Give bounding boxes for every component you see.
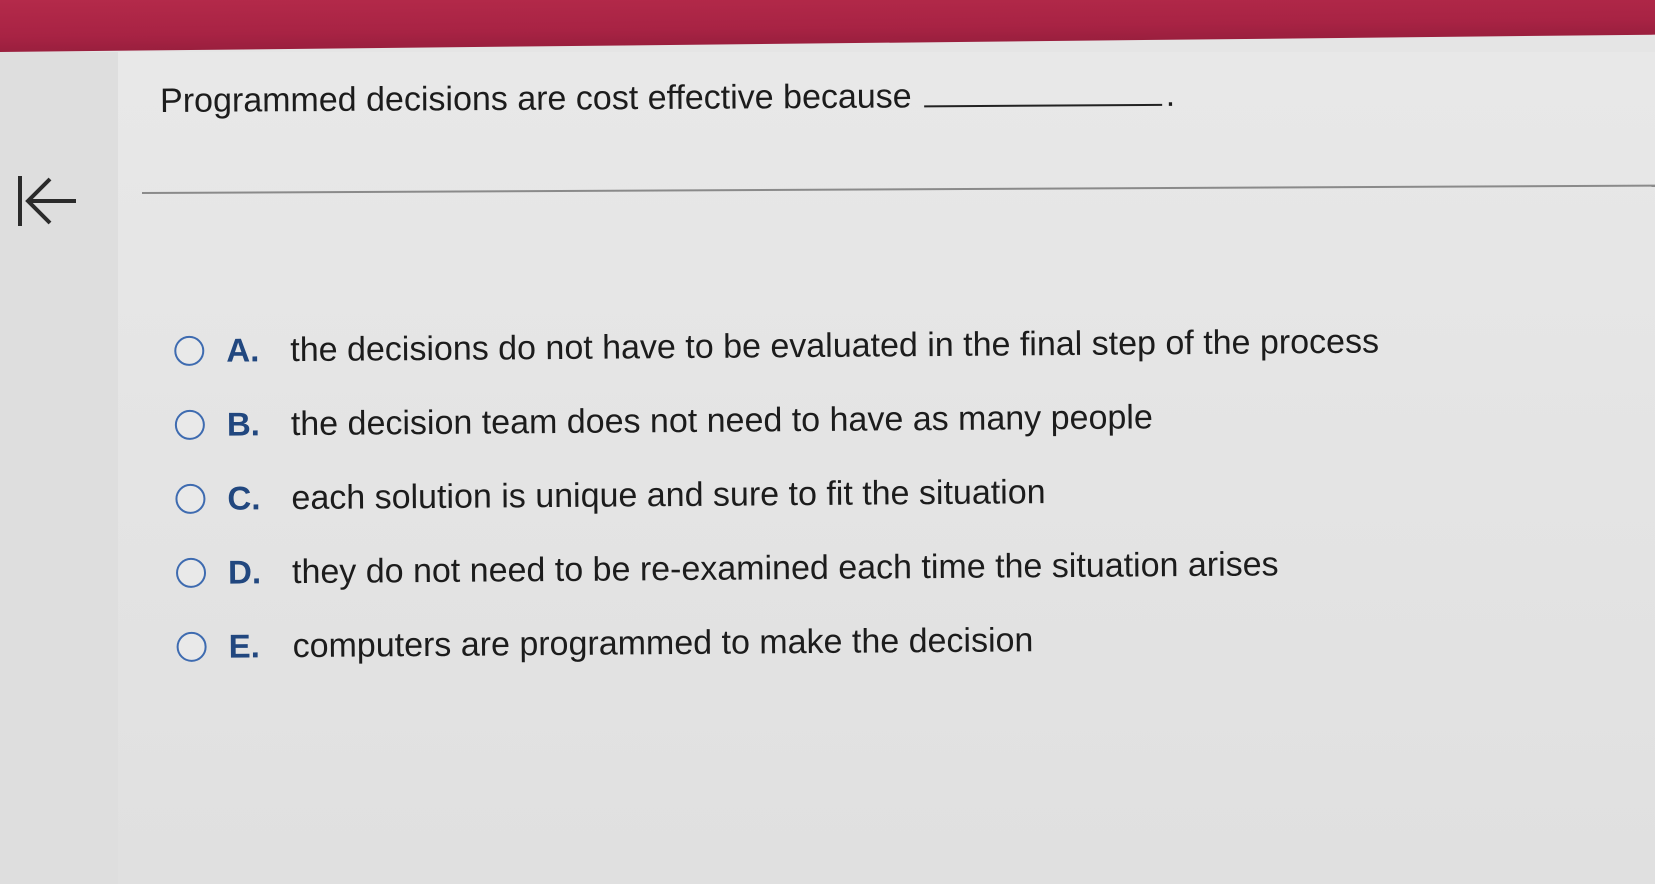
question-prompt: Programmed decisions are cost effective …: [160, 77, 912, 120]
option-a[interactable]: A. the decisions do not have to be evalu…: [174, 303, 1575, 388]
option-text: the decisions do not have to be evaluate…: [290, 322, 1380, 369]
radio-button[interactable]: [176, 631, 207, 662]
first-page-arrow-icon: [18, 176, 76, 226]
divider: [142, 184, 1655, 194]
option-letter: B.: [226, 405, 261, 443]
screen: Programmed decisions are cost effective …: [0, 0, 1655, 884]
answer-blank: [923, 75, 1162, 108]
question-text: Programmed decisions are cost effective …: [160, 76, 1175, 121]
option-text: the decision team does not need to have …: [290, 397, 1153, 443]
radio-button[interactable]: [175, 483, 206, 514]
radio-button[interactable]: [174, 409, 205, 440]
left-rail: [0, 52, 119, 884]
option-text: computers are programmed to make the dec…: [292, 620, 1034, 665]
option-d[interactable]: D. they do not need to be re-examined ea…: [175, 525, 1577, 610]
option-text: they do not need to be re-examined each …: [291, 544, 1279, 591]
radio-button[interactable]: [175, 557, 207, 588]
option-letter: A.: [226, 331, 260, 369]
radio-button[interactable]: [174, 335, 205, 366]
question-panel: Programmed decisions are cost effective …: [118, 52, 1655, 884]
question-period: .: [1165, 75, 1176, 114]
first-question-button[interactable]: [14, 170, 84, 232]
option-c[interactable]: C. each solution is unique and sure to f…: [175, 451, 1576, 536]
option-b[interactable]: B. the decision team does not need to ha…: [174, 377, 1576, 462]
answer-options: A. the decisions do not have to be evalu…: [174, 303, 1577, 684]
header-bar: [0, 0, 1655, 53]
option-text: each solution is unique and sure to fit …: [291, 472, 1046, 517]
option-letter: C.: [227, 479, 261, 517]
option-letter: D.: [227, 553, 262, 591]
option-e[interactable]: E. computers are programmed to make the …: [176, 599, 1577, 684]
option-letter: E.: [228, 627, 260, 665]
